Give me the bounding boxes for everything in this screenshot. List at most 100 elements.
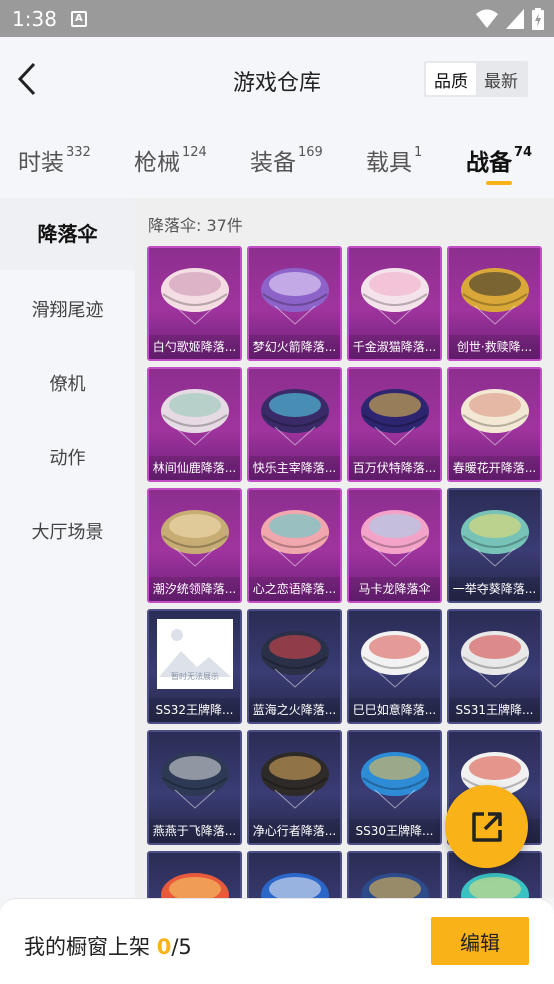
item-name: SS32王牌降... (149, 698, 240, 722)
parachute-icon (361, 389, 429, 446)
item-card[interactable]: 白勺歌姬降落... (147, 246, 242, 361)
sidebar-item-glide-trail[interactable]: 滑翔尾迹 (0, 296, 135, 322)
tab-label: 时装 (18, 150, 64, 176)
wifi-icon (476, 9, 498, 28)
item-card[interactable]: 潮汐统领降落... (147, 488, 242, 603)
sim-icon: A (70, 10, 87, 27)
shelf-current-count: 0 (156, 935, 172, 959)
tab-guns[interactable]: 枪械 124 (134, 143, 207, 177)
parachute-icon (461, 389, 529, 446)
parachute-icon (261, 268, 329, 325)
parachute-icon (161, 873, 229, 898)
category-tabs: 时装 332 枪械 124 装备 169 载具 1 战备 74 (0, 123, 554, 198)
item-name: 一举夺葵降落... (449, 577, 540, 601)
share-external-icon (471, 811, 502, 842)
parachute-icon (361, 510, 429, 567)
tab-count: 332 (66, 145, 91, 160)
parachute-icon (261, 389, 329, 446)
tab-count: 74 (514, 145, 533, 160)
tab-battle-gear[interactable]: 战备 74 (466, 143, 533, 185)
item-card[interactable] (247, 851, 342, 898)
tab-label: 枪械 (134, 150, 180, 176)
parachute-icon (361, 873, 429, 898)
item-name: 千金淑猫降落... (349, 335, 440, 359)
status-icons (476, 8, 544, 30)
sidebar: 降落伞 滑翔尾迹 僚机 动作 大厅场景 (0, 198, 135, 898)
item-card[interactable]: 燕燕于飞降落... (147, 730, 242, 845)
top-bar: 游戏仓库 品质 最新 (0, 37, 554, 123)
parachute-icon (461, 268, 529, 325)
parachute-icon (461, 631, 529, 688)
item-card[interactable]: 创世·救赎降... (447, 246, 542, 361)
sidebar-item-parachute[interactable]: 降落伞 (0, 198, 135, 270)
sidebar-item-emote[interactable]: 动作 (0, 444, 135, 470)
sort-quality-button[interactable]: 品质 (426, 63, 476, 95)
item-card[interactable] (347, 851, 442, 898)
item-name: 马卡龙降落伞 (349, 577, 440, 601)
tab-count: 1 (414, 145, 423, 160)
item-card[interactable]: 蓝海之火降落... (247, 609, 342, 724)
item-name: 白勺歌姬降落... (149, 335, 240, 359)
tab-active-indicator (486, 181, 512, 185)
item-card[interactable]: 巳巳如意降落... (347, 609, 442, 724)
tab-label: 战备 (466, 150, 512, 176)
shelf-total: /5 (171, 935, 192, 959)
signal-icon (506, 9, 524, 29)
item-card[interactable]: SS30王牌降... (347, 730, 442, 845)
item-card[interactable]: 林间仙鹿降落... (147, 367, 242, 482)
item-name: 潮汐统领降落... (149, 577, 240, 601)
item-name: 燕燕于飞降落... (149, 819, 240, 843)
item-name: 心之恋语降落... (249, 577, 340, 601)
parachute-icon (361, 268, 429, 325)
share-button[interactable] (445, 785, 528, 868)
tab-count: 124 (182, 145, 207, 160)
parachute-icon (161, 510, 229, 567)
item-count-label: 降落伞: 37件 (148, 216, 243, 235)
tab-equipment[interactable]: 装备 169 (250, 143, 323, 177)
sort-toggle: 品质 最新 (424, 61, 528, 97)
item-name: 快乐主宰降落... (249, 456, 340, 480)
item-card[interactable]: SS31王牌降... (447, 609, 542, 724)
item-card[interactable]: 快乐主宰降落... (247, 367, 342, 482)
item-name: SS30王牌降... (349, 819, 440, 843)
parachute-icon (261, 510, 329, 567)
item-card[interactable]: 净心行者降落... (247, 730, 342, 845)
item-card[interactable]: 马卡龙降落伞 (347, 488, 442, 603)
item-card[interactable] (147, 851, 242, 898)
parachute-icon (161, 389, 229, 446)
sort-latest-button[interactable]: 最新 (476, 63, 526, 95)
parachute-icon (361, 752, 429, 809)
item-card[interactable]: 千金淑猫降落... (347, 246, 442, 361)
status-time: 1:38 (12, 6, 57, 31)
item-name: 林间仙鹿降落... (149, 456, 240, 480)
item-card[interactable]: 梦幻火箭降落... (247, 246, 342, 361)
tab-fashion[interactable]: 时装 332 (18, 143, 91, 177)
battery-icon (532, 8, 544, 30)
tab-label: 装备 (250, 150, 296, 176)
item-card[interactable]: 一举夺葵降落... (447, 488, 542, 603)
image-placeholder-icon (157, 619, 233, 689)
item-name: 净心行者降落... (249, 819, 340, 843)
item-name: SS31王牌降... (449, 698, 540, 722)
item-name: 创世·救赎降... (449, 335, 540, 359)
sidebar-item-lobby-scene[interactable]: 大厅场景 (0, 518, 135, 544)
parachute-icon (261, 752, 329, 809)
tab-vehicles[interactable]: 载具 1 (366, 143, 422, 177)
item-card[interactable]: 心之恋语降落... (247, 488, 342, 603)
item-card[interactable]: 暂时无法展示 SS32王牌降... (147, 609, 242, 724)
item-name: 蓝海之火降落... (249, 698, 340, 722)
item-name: 巳巳如意降落... (349, 698, 440, 722)
placeholder-text: 暂时无法展示 (171, 672, 219, 681)
sidebar-item-wingman[interactable]: 僚机 (0, 370, 135, 396)
tab-count: 169 (298, 145, 323, 160)
parachute-icon (161, 752, 229, 809)
status-bar: 1:38 A (0, 0, 554, 37)
parachute-icon (261, 631, 329, 688)
bottom-bar: 我的橱窗上架 0/5 编辑 (0, 898, 554, 984)
item-name: 梦幻火箭降落... (249, 335, 340, 359)
item-card[interactable]: 春暖花开降落... (447, 367, 542, 482)
item-name: 春暖花开降落... (449, 456, 540, 480)
item-card[interactable]: 百万伏特降落... (347, 367, 442, 482)
edit-button[interactable]: 编辑 (431, 917, 529, 965)
parachute-icon (361, 631, 429, 688)
